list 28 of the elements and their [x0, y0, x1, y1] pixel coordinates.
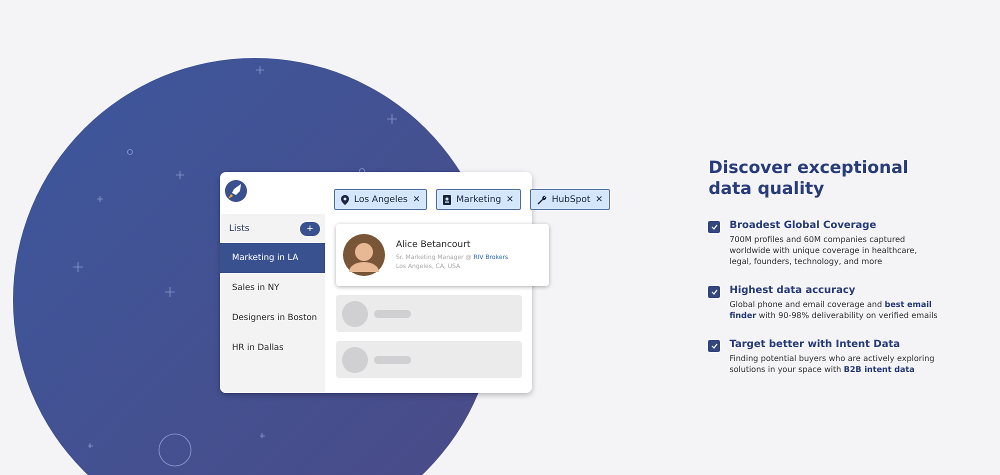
feature-description: Global phone and email coverage and best email finder with 90-98% deliverability on verified emails	[729, 299, 939, 321]
headline: Discover exceptional data quality	[708, 158, 910, 200]
close-icon[interactable]: ✕	[412, 194, 420, 204]
profile-name: Alice Betancourt	[396, 240, 472, 250]
checkmark-icon	[710, 343, 718, 349]
checkmark-icon	[710, 224, 718, 230]
feature-title: Target better with Intent Data	[729, 339, 901, 350]
feature-title: Highest data accuracy	[729, 285, 856, 296]
avatar	[343, 234, 385, 276]
filter-chip[interactable]: HubSpot ✕	[530, 189, 610, 210]
list-item[interactable]: Designers in Boston	[220, 303, 325, 333]
checkmark-icon	[710, 289, 718, 295]
add-button[interactable]: +	[300, 222, 320, 236]
filter-chip[interactable]: Los Angeles ✕	[334, 189, 428, 210]
filter-chip[interactable]: Marketing ✕	[436, 189, 521, 210]
wrench-icon	[536, 194, 547, 204]
list-item[interactable]: HR in Dallas	[220, 333, 325, 363]
feature-title: Broadest Global Coverage	[729, 220, 878, 231]
map-pin-icon	[341, 194, 349, 204]
rocket-logo-icon	[225, 180, 247, 202]
lists-heading: Lists	[229, 224, 250, 234]
id-badge-icon	[443, 194, 452, 204]
close-icon[interactable]: ✕	[595, 194, 603, 204]
list-item[interactable]: Sales in NY	[220, 273, 325, 303]
feature-description: 700M profiles and 60M companies captured worldwide with unique coverage in healthcare, legal, founders, technology, and more	[729, 234, 918, 267]
feature-description: Finding potential buyers who are actively exploring solutions in your space with B2B intent data	[729, 353, 936, 375]
list-item[interactable]: Marketing in LA	[220, 243, 325, 273]
close-icon[interactable]: ✕	[506, 194, 514, 204]
